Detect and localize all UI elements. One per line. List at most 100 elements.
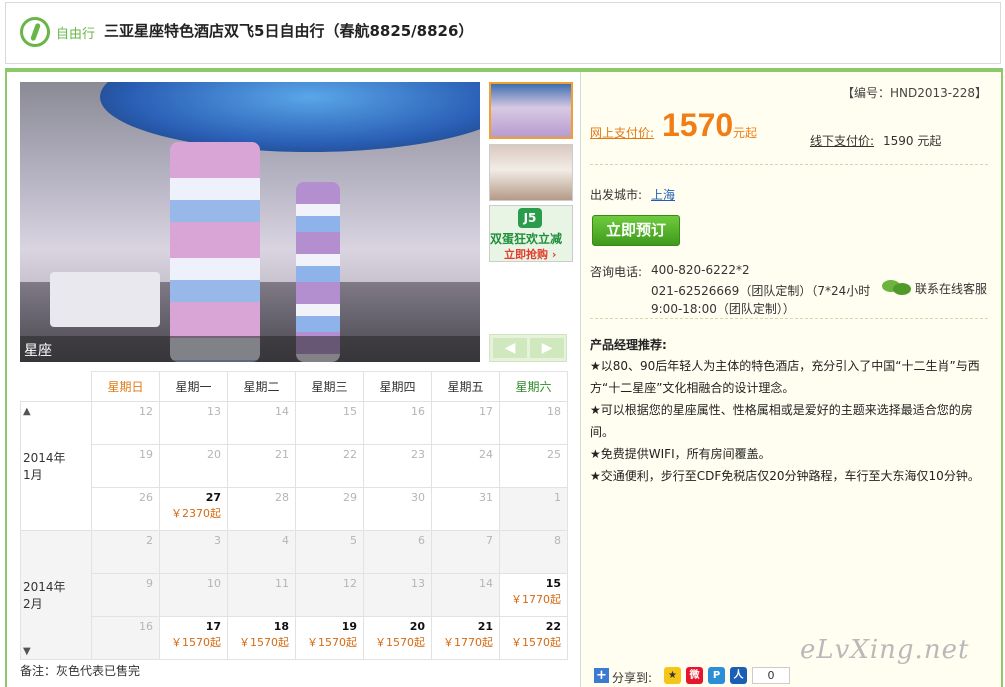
day-number: 22 xyxy=(343,448,357,461)
day-number: 19 xyxy=(139,448,153,461)
day-number: 16 xyxy=(139,620,153,633)
calendar-day: 25 xyxy=(499,444,568,488)
calendar-day: 24 xyxy=(431,444,500,488)
online-service-link[interactable]: 联系在线客服 xyxy=(915,280,987,297)
calendar-weekday-row: 星期日 星期一 星期二 星期三 星期四 星期五 星期六 xyxy=(20,371,568,402)
month-label: 2014年 2月 ▼ xyxy=(20,530,92,660)
day-number: 14 xyxy=(275,405,289,418)
month-year: 2014年 xyxy=(23,451,66,465)
offline-price-label[interactable]: 线下支付价: xyxy=(810,132,874,149)
day-number: 17 xyxy=(205,620,221,633)
calendar-day: 26 xyxy=(91,487,160,531)
next-arrow-icon[interactable]: ▶ xyxy=(530,338,564,358)
day-price[interactable]: ￥1570起 xyxy=(160,634,221,650)
calendar-day: 29 xyxy=(295,487,364,531)
calendar-day: 10 xyxy=(159,573,228,617)
calendar-day: 3 xyxy=(159,530,228,574)
photo-caption-bar: 星座 xyxy=(20,336,480,362)
promo-logo: J5 xyxy=(518,208,542,228)
calendar-day-available[interactable]: 18 ￥1570起 xyxy=(227,616,296,660)
day-number: 1 xyxy=(554,491,561,504)
day-number: 22 xyxy=(545,620,561,633)
day-price[interactable]: ￥1570起 xyxy=(296,634,357,650)
prev-arrow-icon[interactable]: ◀ xyxy=(493,338,527,358)
calendar-week-row: 16 17 ￥1570起 18 ￥1570起 19 ￥1570起 20 ￥1570起 21 ￥177… xyxy=(21,616,568,660)
calendar-day: 12 xyxy=(91,401,160,445)
calendar-week-row: ▲ 2014年 1月 12 13 14 15 16 17 18 xyxy=(20,401,568,531)
prev-month-icon[interactable]: ▲ xyxy=(23,406,31,417)
calendar-day: 30 xyxy=(363,487,432,531)
weekday-header: 星期五 xyxy=(431,371,500,402)
calendar-day: 11 xyxy=(227,573,296,617)
photo-ceiling xyxy=(100,82,480,152)
next-month-icon[interactable]: ▼ xyxy=(23,646,31,657)
calendar-day: 22 xyxy=(295,444,364,488)
calendar-day: 18 xyxy=(499,401,568,445)
book-now-button[interactable]: 立即预订 xyxy=(592,215,680,246)
calendar-day-available[interactable]: 19 ￥1570起 xyxy=(295,616,364,660)
chat-bubble-icon[interactable] xyxy=(882,280,912,296)
recommendation-item: ★可以根据您的星座属性、性格属相或是爱好的主题来选择最适合您的房间。 xyxy=(590,403,973,439)
photo-caption: 星座 xyxy=(24,343,52,359)
day-number: 31 xyxy=(479,491,493,504)
day-number: 19 xyxy=(341,620,357,633)
recommendation-item: ★交通便利，步行至CDF免税店仅20分钟路程，车行至大东海仅10分钟。 xyxy=(590,469,980,483)
day-price[interactable]: ￥1570起 xyxy=(228,634,289,650)
calendar-day-available[interactable]: 15 ￥1770起 xyxy=(499,573,568,617)
tencent-weibo-icon[interactable]: P xyxy=(708,667,725,684)
day-number: 26 xyxy=(139,491,153,504)
day-number: 7 xyxy=(486,534,493,547)
day-number: 10 xyxy=(207,577,221,590)
phone-line: 400-820-6222*2 xyxy=(651,263,750,277)
day-number: 12 xyxy=(343,577,357,590)
weibo-icon[interactable]: 微 xyxy=(686,667,703,684)
day-number: 24 xyxy=(479,448,493,461)
calendar-day-available[interactable]: 22 ￥1570起 xyxy=(499,616,568,660)
recommendation-list: ★以80、90后年轻人为主体的特色酒店，充分引入了中国“十二生肖”与西方“十二星… xyxy=(590,355,988,487)
category-tag[interactable]: 自由行 xyxy=(56,23,95,42)
depart-city-link[interactable]: 上海 xyxy=(651,186,675,203)
promo-text: 双蛋狂欢立减 xyxy=(490,232,563,246)
calendar-day: 17 xyxy=(431,401,500,445)
day-number: 18 xyxy=(273,620,289,633)
calendar-day-available[interactable]: 17 ￥1570起 xyxy=(159,616,228,660)
calendar-day: 13 xyxy=(363,573,432,617)
online-price-label[interactable]: 网上支付价: xyxy=(590,124,654,141)
calendar-day: 6 xyxy=(363,530,432,574)
thumbnail-room[interactable] xyxy=(489,144,573,201)
calendar-day: 4 xyxy=(227,530,296,574)
day-number: 20 xyxy=(409,620,425,633)
calendar-day: 14 xyxy=(431,573,500,617)
qzone-icon[interactable]: ★ xyxy=(664,667,681,684)
day-number: 11 xyxy=(275,577,289,590)
online-price-unit: 元起 xyxy=(733,126,758,140)
day-price[interactable]: ￥2370起 xyxy=(160,505,221,521)
calendar-day: 23 xyxy=(363,444,432,488)
day-number: 4 xyxy=(282,534,289,547)
share-plus-icon[interactable]: + xyxy=(594,668,609,683)
hotel-main-photo[interactable]: 星座 xyxy=(20,82,480,362)
day-number: 15 xyxy=(343,405,357,418)
calendar-day: 1 xyxy=(499,487,568,531)
calendar-week-row: 26 27 ￥2370起 28 29 30 31 1 xyxy=(21,487,568,531)
page-header: 自由行 三亚星座特色酒店双飞5日自由行（春航8825/8826） xyxy=(5,2,1001,64)
weekday-header: 星期六 xyxy=(499,371,568,402)
promo-thumbnail[interactable]: J5 双蛋狂欢立减 立即抢购 › xyxy=(489,205,573,262)
day-number: 9 xyxy=(146,577,153,590)
thumbnail-lobby[interactable] xyxy=(489,82,573,139)
renren-icon[interactable]: 人 xyxy=(730,667,747,684)
day-number: 18 xyxy=(547,405,561,418)
day-price[interactable]: ￥1770起 xyxy=(432,634,493,650)
day-price[interactable]: ￥1570起 xyxy=(364,634,425,650)
calendar-day-available[interactable]: 27 ￥2370起 xyxy=(159,487,228,531)
calendar-day: 2 xyxy=(91,530,160,574)
calendar-day: 8 xyxy=(499,530,568,574)
month-name: 1月 xyxy=(23,468,43,482)
day-price[interactable]: ￥1770起 xyxy=(500,591,561,607)
calendar-day-available[interactable]: 20 ￥1570起 xyxy=(363,616,432,660)
photo-pillar xyxy=(296,182,340,362)
day-number: 2 xyxy=(146,534,153,547)
calendar-day-available[interactable]: 21 ￥1770起 xyxy=(431,616,500,660)
day-price[interactable]: ￥1570起 xyxy=(500,634,561,650)
day-number: 16 xyxy=(411,405,425,418)
